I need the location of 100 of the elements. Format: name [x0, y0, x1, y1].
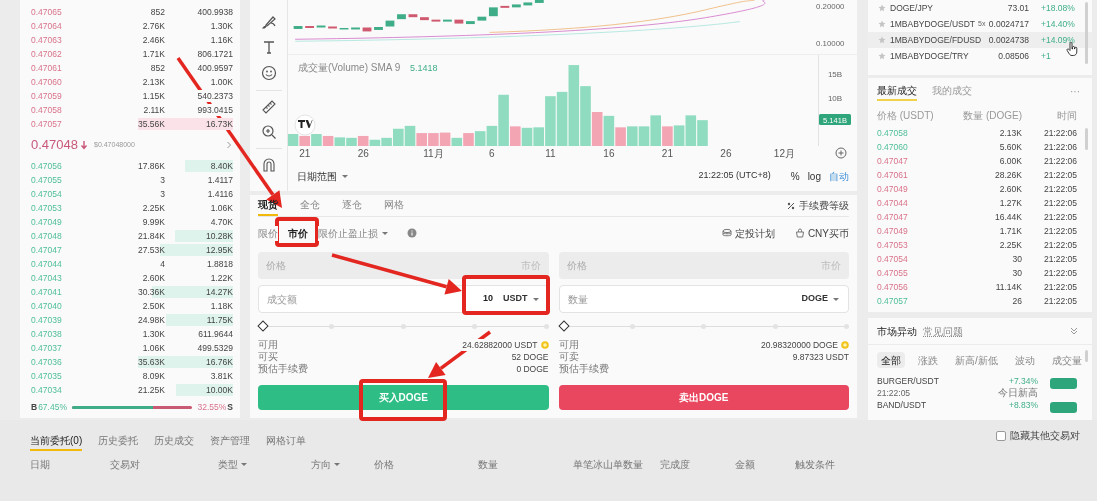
filter-tab[interactable]: 涨跌: [914, 352, 942, 368]
price-text: 0.47053: [31, 201, 63, 215]
candle: [431, 19, 441, 22]
tab[interactable]: 当前委托(0): [30, 432, 83, 451]
price-text: 0.47057: [31, 117, 63, 131]
price-text: 0.47047: [31, 243, 63, 257]
filter-tab[interactable]: 成交量: [1047, 352, 1086, 368]
caret-icon: [531, 296, 540, 302]
volume-bar: [428, 133, 439, 146]
scrollbar[interactable]: [1085, 2, 1088, 64]
axis-label: 11: [545, 148, 556, 159]
info-icon[interactable]: [407, 228, 417, 238]
tab[interactable]: 资产管理: [210, 432, 251, 451]
coin-icon[interactable]: [841, 341, 849, 349]
collapse-icon[interactable]: [1070, 327, 1078, 335]
price-text: 0.47059: [31, 89, 63, 103]
amount-text: 9.99K: [141, 215, 165, 229]
axis-label: 16: [603, 148, 615, 159]
tab[interactable]: 全仓: [300, 195, 320, 216]
buy-button[interactable]: 买入DOGE: [258, 385, 549, 410]
trade-link[interactable]: 定投计划: [721, 225, 775, 241]
order-type-tab[interactable]: 限价止盈止损: [318, 225, 389, 241]
amount-text: 3: [159, 173, 165, 187]
sell-button[interactable]: 卖出DOGE: [558, 385, 849, 410]
axis-label: 0.20000: [816, 1, 845, 11]
scale-button[interactable]: log: [807, 168, 821, 184]
tab[interactable]: 最新成交: [877, 81, 917, 101]
price-text: 0.47055: [31, 173, 63, 187]
order-type-tab[interactable]: 限价: [258, 225, 278, 241]
amount-text: 30: [1011, 252, 1022, 266]
volume-bar: [322, 135, 334, 146]
star-icon[interactable]: [878, 20, 886, 28]
plus-circle-icon[interactable]: [835, 147, 847, 159]
price-text: 0.47044: [877, 196, 909, 210]
price-text: 0.47053: [877, 238, 909, 252]
time-text: 21:22:06: [1042, 126, 1077, 140]
time-text: 21:22:06: [1042, 140, 1077, 154]
tab[interactable]: 网格: [384, 195, 404, 216]
checkbox[interactable]: [996, 430, 1006, 441]
more-button[interactable]: ···: [1070, 83, 1080, 99]
price-text: 0.47035: [31, 369, 63, 383]
checkbox-label: 隐藏其他交易对: [1010, 429, 1080, 443]
slider-thumb[interactable]: [557, 320, 570, 332]
time-text: 21:22:05: [1042, 224, 1077, 238]
volume-bar: [697, 120, 708, 146]
star-icon[interactable]: [878, 4, 886, 12]
candle: [328, 26, 337, 29]
smiley-icon[interactable]: [260, 65, 277, 81]
amount-text: 8.09K: [141, 369, 165, 383]
tab[interactable]: 网格订单: [266, 432, 307, 451]
time-text: 21:22:05: [1042, 196, 1077, 210]
amount-field[interactable]: 成交额 10 USDT: [258, 285, 549, 313]
coin-icon[interactable]: [540, 341, 549, 349]
fee-level-link[interactable]: 手续费等级: [799, 198, 849, 213]
pair-name: 1MBABYDOGE/TRY: [890, 49, 969, 63]
filter-tab[interactable]: 波动: [1010, 352, 1039, 368]
tab[interactable]: 我的成交: [932, 81, 972, 101]
column-header: 单笔冰山单数量: [573, 457, 643, 472]
volume-bar: [627, 126, 638, 146]
trade-link[interactable]: CNY买币: [794, 225, 849, 241]
filter-tab[interactable]: 全部: [877, 352, 905, 368]
scale-button[interactable]: %: [790, 168, 800, 184]
star-icon[interactable]: [878, 52, 886, 60]
price-text: 0.47036: [31, 355, 63, 369]
slider-thumb[interactable]: [257, 320, 269, 332]
scale-button[interactable]: 自动: [829, 168, 849, 184]
magnet-icon[interactable]: [260, 157, 277, 173]
help-link[interactable]: 常见问题: [923, 323, 963, 339]
market-row[interactable]: 1MBABYDOGE/FDUSD 0.0024738 +14.09%: [868, 32, 1092, 48]
change-text: +7.34%: [1008, 375, 1038, 387]
indicator-value: 5.1418: [410, 63, 438, 73]
ruler-icon[interactable]: [260, 99, 277, 115]
tab[interactable]: 历史成交: [154, 432, 195, 451]
scrollbar[interactable]: [1085, 350, 1088, 362]
column-header[interactable]: 方向: [311, 456, 341, 472]
tab[interactable]: 逐仓: [342, 195, 362, 216]
brush-icon[interactable]: [260, 14, 277, 30]
unit-dropdown[interactable]: DOGE: [801, 292, 840, 306]
amount-field[interactable]: 数量 DOGE: [558, 285, 849, 313]
column-header[interactable]: 类型: [218, 456, 248, 472]
time-text: 21:22:06: [1042, 154, 1077, 168]
amount-text: 27.53K: [137, 243, 165, 257]
zoom-in-icon[interactable]: [260, 124, 277, 140]
tab[interactable]: 历史委托: [98, 432, 139, 451]
axis-label: 15B: [827, 70, 843, 80]
candle: [385, 20, 395, 27]
date-range-button[interactable]: 日期范围: [297, 168, 349, 184]
scrollbar[interactable]: [1085, 128, 1088, 150]
filter-tab[interactable]: 新高/新低: [951, 352, 1002, 368]
axis-label: 0.10000: [816, 39, 845, 49]
time-text: 21:22:05: [1042, 182, 1077, 196]
amount-text: 4: [159, 257, 165, 271]
chevron-right-icon[interactable]: [226, 141, 232, 149]
depth-bar: [174, 230, 233, 242]
amount-text: 26: [1011, 294, 1022, 308]
change-text: +8.83%: [1008, 399, 1038, 411]
slider[interactable]: [558, 319, 849, 333]
star-icon[interactable]: [878, 36, 886, 44]
unit-dropdown[interactable]: USDT: [503, 292, 540, 306]
order-type-tab[interactable]: 市价: [288, 225, 308, 241]
